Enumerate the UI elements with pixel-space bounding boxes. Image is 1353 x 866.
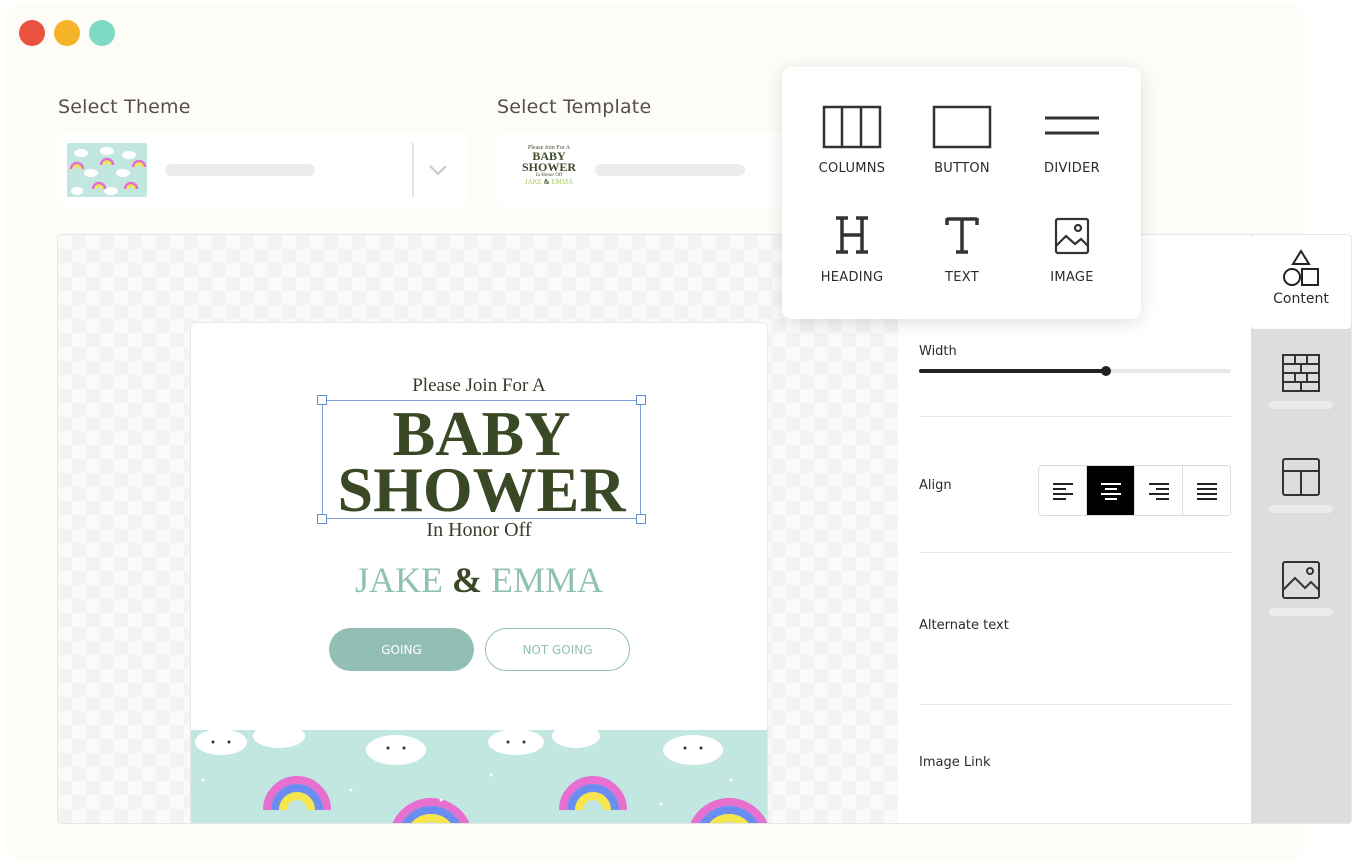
section-divider: [919, 552, 1231, 553]
tool-image[interactable]: IMAGE: [1017, 214, 1127, 304]
width-slider-knob[interactable]: [1101, 366, 1112, 376]
template-name-placeholder: [595, 164, 745, 176]
image-icon: [1054, 217, 1090, 255]
tool-button[interactable]: BUTTON: [907, 105, 1017, 195]
thumb-names: JAKE & EMMA: [509, 178, 589, 186]
tool-heading-label: HEADING: [820, 270, 884, 285]
side-tab-bar: Content: [1251, 235, 1351, 823]
align-left-button[interactable]: [1039, 466, 1087, 515]
ampersand: &: [451, 560, 482, 600]
button-icon: [932, 105, 992, 149]
blocks-icon: [1282, 354, 1320, 392]
tool-divider-label: DIVIDER: [1044, 161, 1100, 176]
email-editor: Please Join For A BABY SHOWER In Honor O…: [57, 234, 1352, 824]
close-window-button[interactable]: [19, 20, 45, 46]
couple-names[interactable]: JAKE & EMMA: [191, 559, 767, 601]
image-icon: [1282, 561, 1320, 599]
width-slider-fill: [919, 369, 1107, 373]
tab-layout-label-placeholder: [1269, 505, 1333, 513]
align-right-button[interactable]: [1135, 466, 1183, 515]
email-card[interactable]: Please Join For A BABY SHOWER In Honor O…: [190, 322, 768, 823]
section-divider: [919, 416, 1231, 417]
design-canvas[interactable]: Please Join For A BABY SHOWER In Honor O…: [58, 235, 898, 823]
align-center-button[interactable]: [1087, 466, 1135, 515]
template-thumbnail: Please Join For A BABY SHOWER In Honor O…: [509, 145, 589, 197]
resize-handle-top-left[interactable]: [317, 395, 327, 405]
tool-text-label: TEXT: [945, 270, 979, 285]
width-slider[interactable]: [919, 366, 1231, 376]
select-template-label: Select Template: [497, 96, 652, 118]
tool-divider[interactable]: DIVIDER: [1017, 105, 1127, 195]
invite-intro-text[interactable]: Please Join For A: [191, 375, 767, 397]
tool-text[interactable]: TEXT: [907, 214, 1017, 304]
content-blocks-popup: COLUMNS BUTTON DIVIDER HEADING TEXT IMAG…: [782, 67, 1141, 319]
align-justify-button[interactable]: [1183, 466, 1230, 515]
maximize-window-button[interactable]: [89, 20, 115, 46]
template-dropdown[interactable]: Please Join For A BABY SHOWER In Honor O…: [497, 133, 787, 207]
chevron-down-icon[interactable]: [423, 155, 453, 185]
tool-columns[interactable]: COLUMNS: [797, 105, 907, 195]
image-link-label[interactable]: Image Link: [919, 755, 990, 770]
tab-layout[interactable]: [1251, 457, 1351, 551]
align-button-group: [1038, 465, 1231, 516]
tool-heading[interactable]: HEADING: [797, 214, 907, 304]
theme-thumbnail: [67, 143, 147, 197]
tool-columns-label: COLUMNS: [818, 161, 886, 176]
tab-content-label: Content: [1273, 291, 1329, 307]
rainbow-cloud-pattern: [191, 730, 767, 823]
thumb-amp: &: [543, 178, 550, 186]
section-divider: [919, 704, 1231, 705]
select-theme-label: Select Theme: [58, 96, 191, 118]
width-label: Width: [919, 344, 957, 359]
align-label: Align: [919, 478, 952, 493]
tab-images[interactable]: [1251, 560, 1351, 654]
theme-dropdown[interactable]: [57, 133, 466, 207]
layout-icon: [1282, 458, 1320, 496]
tab-images-label-placeholder: [1269, 608, 1333, 616]
resize-handle-top-right[interactable]: [636, 395, 646, 405]
tab-blocks-label-placeholder: [1269, 401, 1333, 409]
alt-text-label[interactable]: Alternate text: [919, 618, 1009, 633]
thumb-line3: SHOWER: [521, 160, 576, 174]
properties-panel: Width Align Alternate text Image Link: [898, 235, 1251, 823]
not-going-button[interactable]: NOT GOING: [485, 628, 630, 671]
tab-content[interactable]: Content: [1251, 235, 1351, 329]
minimize-window-button[interactable]: [54, 20, 80, 46]
tool-button-label: BUTTON: [934, 161, 990, 176]
divider-icon: [1045, 116, 1099, 135]
tool-image-label: IMAGE: [1050, 270, 1094, 285]
tab-blocks[interactable]: [1251, 353, 1351, 447]
thumb-name2: EMMA: [551, 178, 574, 186]
name-first: JAKE: [354, 560, 443, 600]
theme-name-placeholder: [165, 164, 315, 176]
heading-icon: [836, 216, 868, 254]
thumb-name1: JAKE: [524, 178, 542, 186]
columns-icon: [822, 105, 882, 149]
name-second: EMMA: [490, 560, 603, 600]
text-icon: [945, 217, 979, 254]
selected-heading-block[interactable]: BABY SHOWER: [317, 395, 646, 525]
heading-line-shower: SHOWER: [337, 454, 626, 525]
honor-text[interactable]: In Honor Off: [191, 519, 767, 542]
going-button[interactable]: GOING: [329, 628, 474, 671]
dropdown-divider: [412, 143, 414, 197]
shapes-icon: [1283, 249, 1319, 286]
